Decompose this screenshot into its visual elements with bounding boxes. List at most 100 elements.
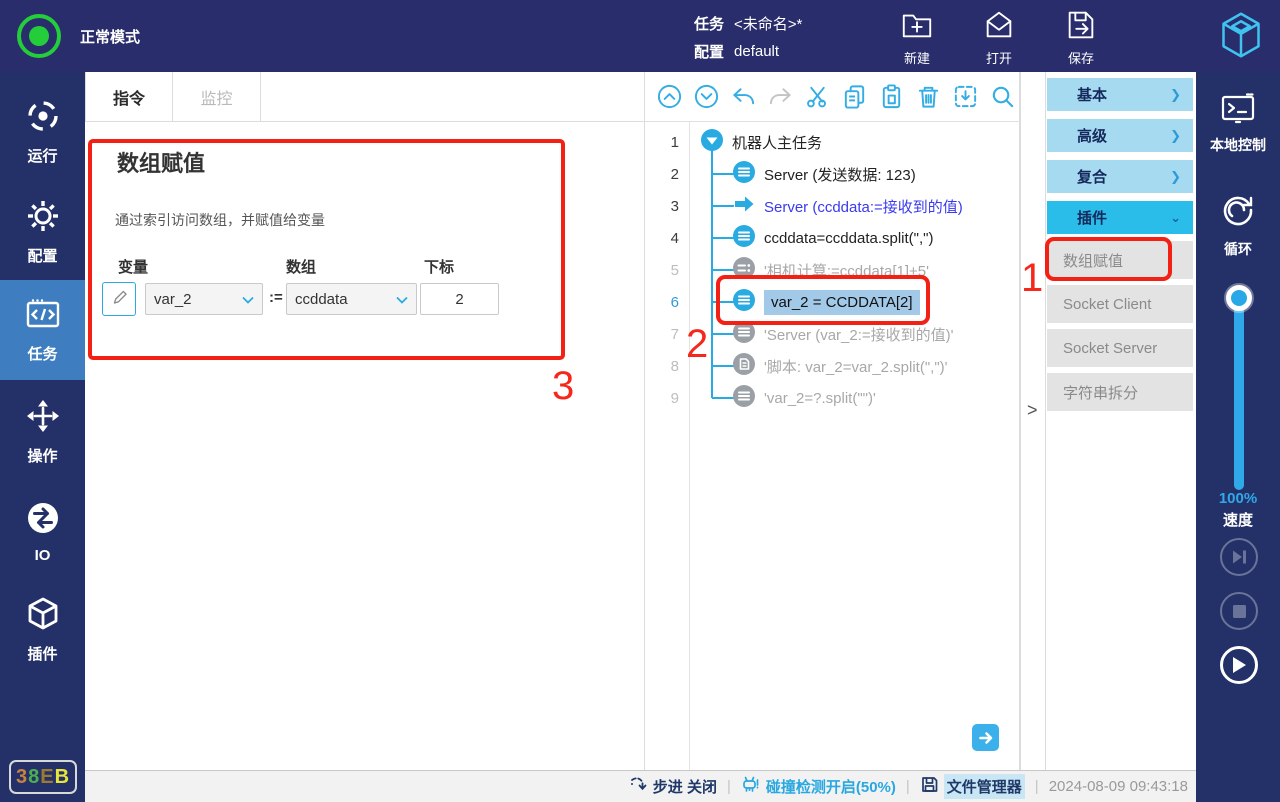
sidebar-item-operate[interactable]: 操作	[0, 384, 85, 480]
index-field-label: 下标	[424, 256, 454, 277]
task-name: <未命名>*	[734, 13, 802, 34]
sidebar-item-task[interactable]: 任务	[0, 280, 85, 380]
tree-row-server-comment[interactable]: 7 'Server (var_2:=接收到的值)'	[645, 318, 1019, 350]
local-control-label: 本地控制	[1210, 135, 1266, 155]
save-task-button[interactable]: 保存	[1048, 4, 1114, 70]
expand-panel-chevron-icon[interactable]: >	[1027, 400, 1038, 421]
category-label: 高级	[1077, 125, 1107, 146]
tree-row-camera-calc[interactable]: 5 '相机计算:=ccddata[1]+5'	[645, 254, 1019, 286]
stop-button[interactable]	[1220, 592, 1258, 630]
sidebar-item-label: 操作	[27, 445, 57, 466]
category-basic[interactable]: 基本 ❯	[1047, 78, 1193, 111]
move-up-icon[interactable]	[655, 83, 683, 111]
node-text: Server (发送数据: 123)	[764, 164, 916, 185]
category-plugin[interactable]: 插件 ⌄	[1047, 201, 1193, 234]
loop-icon	[1218, 190, 1258, 233]
loop-button[interactable]: 循环	[1196, 190, 1280, 259]
speed-slider-knob[interactable]	[1226, 285, 1252, 311]
collision-detect-status[interactable]: 碰撞检测开启(50%)	[741, 775, 896, 798]
line-number: 2	[645, 166, 690, 183]
task-config-block: 任务 <未命名>* 配置 default	[694, 9, 802, 65]
file-manager-button[interactable]: 文件管理器	[920, 774, 1025, 799]
app-window: 正常模式 任务 <未命名>* 配置 default 新建	[0, 0, 1280, 802]
config-label: 配置	[694, 41, 724, 62]
mode-status-light-icon	[17, 14, 61, 58]
category-label: 插件	[1077, 207, 1107, 228]
undo-icon[interactable]	[729, 83, 757, 111]
sidebar-item-run[interactable]: 运行	[0, 84, 85, 180]
move-down-icon[interactable]	[692, 83, 720, 111]
sidebar-item-label: 任务	[27, 343, 57, 364]
tree-row-array-assign-selected[interactable]: 6 var_2 = CCDDATA[2]	[645, 286, 1019, 318]
collapse-node-icon[interactable]	[700, 128, 724, 157]
library-item-socket-server[interactable]: Socket Server	[1047, 329, 1193, 367]
library-item-socket-client[interactable]: Socket Client	[1047, 285, 1193, 323]
insert-icon[interactable]	[951, 83, 979, 111]
variable-select[interactable]: var_2	[145, 283, 263, 315]
command-node-icon-disabled	[732, 384, 756, 413]
tree-row-server-receive[interactable]: 3 Server (ccddata:=接收到的值)	[645, 190, 1019, 222]
file-manager-label: 文件管理器	[944, 774, 1025, 799]
tree-toolbar	[645, 72, 1019, 122]
copy-icon[interactable]	[840, 83, 868, 111]
node-text: 机器人主任务	[732, 132, 822, 153]
brand-logo-cube-icon	[1218, 10, 1264, 65]
command-node-icon	[732, 160, 756, 189]
category-advanced[interactable]: 高级 ❯	[1047, 119, 1193, 152]
array-select[interactable]: ccddata	[286, 283, 417, 315]
chevron-down-icon	[396, 291, 408, 308]
io-arrows-icon	[25, 500, 61, 540]
program-tree-panel: 1 机器人主任务 2 Server (发送数据: 123) 3 Server (…	[645, 72, 1020, 770]
play-button[interactable]	[1220, 646, 1258, 684]
search-icon[interactable]	[988, 83, 1016, 111]
sidebar-item-label: 配置	[27, 245, 57, 266]
edit-variable-button[interactable]	[102, 282, 136, 316]
index-input[interactable]	[420, 283, 499, 315]
speed-slider-track[interactable]	[1234, 290, 1244, 490]
sidebar-item-label: IO	[35, 547, 51, 564]
library-item-string-split[interactable]: 字符串拆分	[1047, 373, 1193, 411]
panel-collapse-strip: >	[1020, 72, 1046, 770]
library-item-array-assign[interactable]: 数组赋值	[1047, 241, 1193, 279]
separator: |	[727, 778, 731, 795]
cube-icon	[25, 596, 61, 636]
calc-node-icon	[732, 256, 756, 285]
line-number: 6	[645, 294, 690, 311]
sidebar-item-config[interactable]: 配置	[0, 184, 85, 280]
line-number: 1	[645, 134, 690, 151]
cut-icon[interactable]	[803, 83, 831, 111]
sidebar-item-plugin[interactable]: 插件	[0, 582, 85, 678]
line-number: 9	[645, 390, 690, 407]
tree-row-split[interactable]: 4 ccddata=ccddata.split(",")	[645, 222, 1019, 254]
redo-icon[interactable]	[766, 83, 794, 111]
tree-row-server-send[interactable]: 2 Server (发送数据: 123)	[645, 158, 1019, 190]
instruction-form-panel: 指令 监控 数组赋值 通过索引访问数组，并赋值给变量 变量 数组 下标 var_…	[85, 72, 645, 770]
local-control-button[interactable]: 本地控制	[1196, 92, 1280, 155]
move-arrows-icon	[25, 398, 61, 438]
new-task-button[interactable]: 新建	[884, 4, 950, 70]
sidebar-item-io[interactable]: IO	[0, 484, 85, 580]
instruction-library-panel: 基本 ❯ 高级 ❯ 复合 ❯ 插件 ⌄ 数组赋值 Socket Client S…	[1046, 72, 1196, 770]
tree-row-script-comment[interactable]: 8 '脚本: var_2=var_2.split(",")'	[645, 350, 1019, 382]
tree-row-main-task[interactable]: 1 机器人主任务	[645, 126, 1019, 158]
task-label: 任务	[694, 13, 724, 34]
step-forward-button[interactable]	[1220, 538, 1258, 576]
command-node-icon-disabled	[732, 320, 756, 349]
node-text: 'Server (var_2:=接收到的值)'	[764, 324, 954, 345]
node-text: '脚本: var_2=var_2.split(",")'	[764, 356, 948, 377]
gear-icon	[25, 198, 61, 238]
open-task-button[interactable]: 打开	[966, 4, 1032, 70]
paste-icon[interactable]	[877, 83, 905, 111]
separator: |	[1035, 778, 1039, 795]
form-title: 数组赋值	[117, 146, 205, 178]
speed-label: 速度	[1196, 509, 1280, 530]
next-page-button[interactable]	[972, 724, 999, 751]
tab-monitor[interactable]: 监控	[173, 72, 261, 122]
category-composite[interactable]: 复合 ❯	[1047, 160, 1193, 193]
tree-row-split-comment[interactable]: 9 'var_2=?.split("")'	[645, 382, 1019, 414]
line-number: 5	[645, 262, 690, 279]
delete-icon[interactable]	[914, 83, 942, 111]
step-mode-status[interactable]: 步进 关闭	[629, 775, 717, 798]
chevron-down-icon	[242, 291, 254, 308]
tab-instruction[interactable]: 指令	[85, 72, 173, 122]
